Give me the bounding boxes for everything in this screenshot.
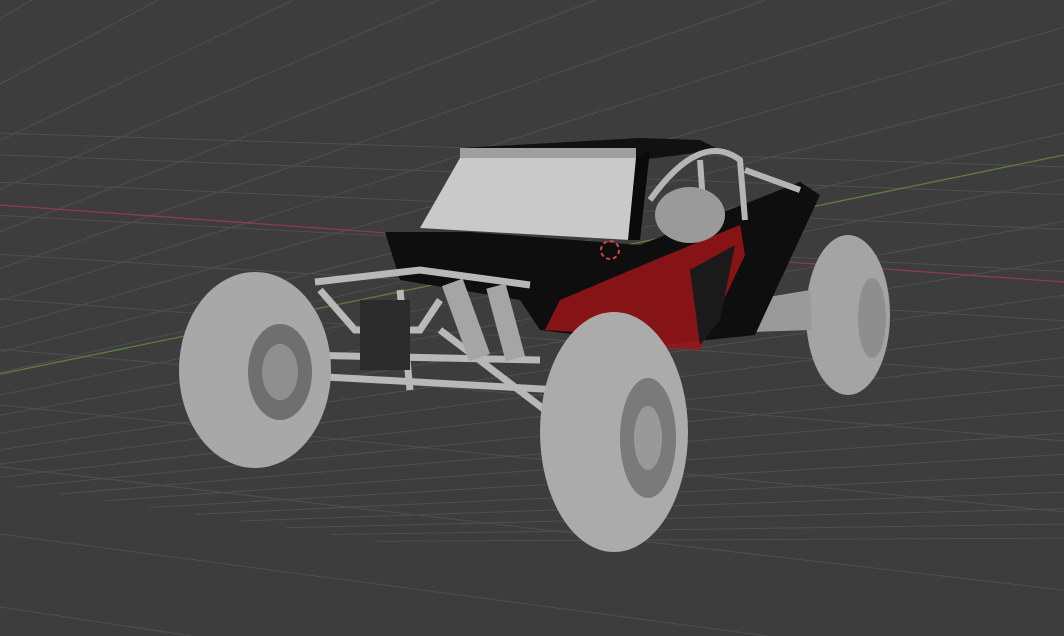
3d-viewport[interactable] [0, 0, 1064, 636]
windshield [420, 158, 636, 240]
grid-line [0, 0, 159, 85]
grid-line [0, 0, 294, 141]
grid-line [0, 533, 768, 636]
front-left-wheel [179, 272, 331, 468]
rear-right-wheel [806, 235, 890, 395]
grid-line [0, 606, 192, 636]
grid-line [0, 0, 439, 190]
grid-line [329, 523, 1064, 535]
viewport-canvas[interactable] [0, 0, 1064, 636]
light-bar [460, 148, 636, 158]
grid-line [374, 537, 1064, 542]
front-right-wheel [540, 312, 688, 552]
grid-line [14, 384, 1064, 488]
grid-line [0, 0, 33, 20]
grid-line [284, 508, 1064, 529]
radiator-grille [360, 300, 410, 370]
grid-line [0, 356, 1064, 478]
seat [655, 187, 725, 243]
grid-line [0, 404, 1064, 513]
grid-line [0, 0, 767, 270]
buggy-model[interactable] [179, 138, 890, 552]
